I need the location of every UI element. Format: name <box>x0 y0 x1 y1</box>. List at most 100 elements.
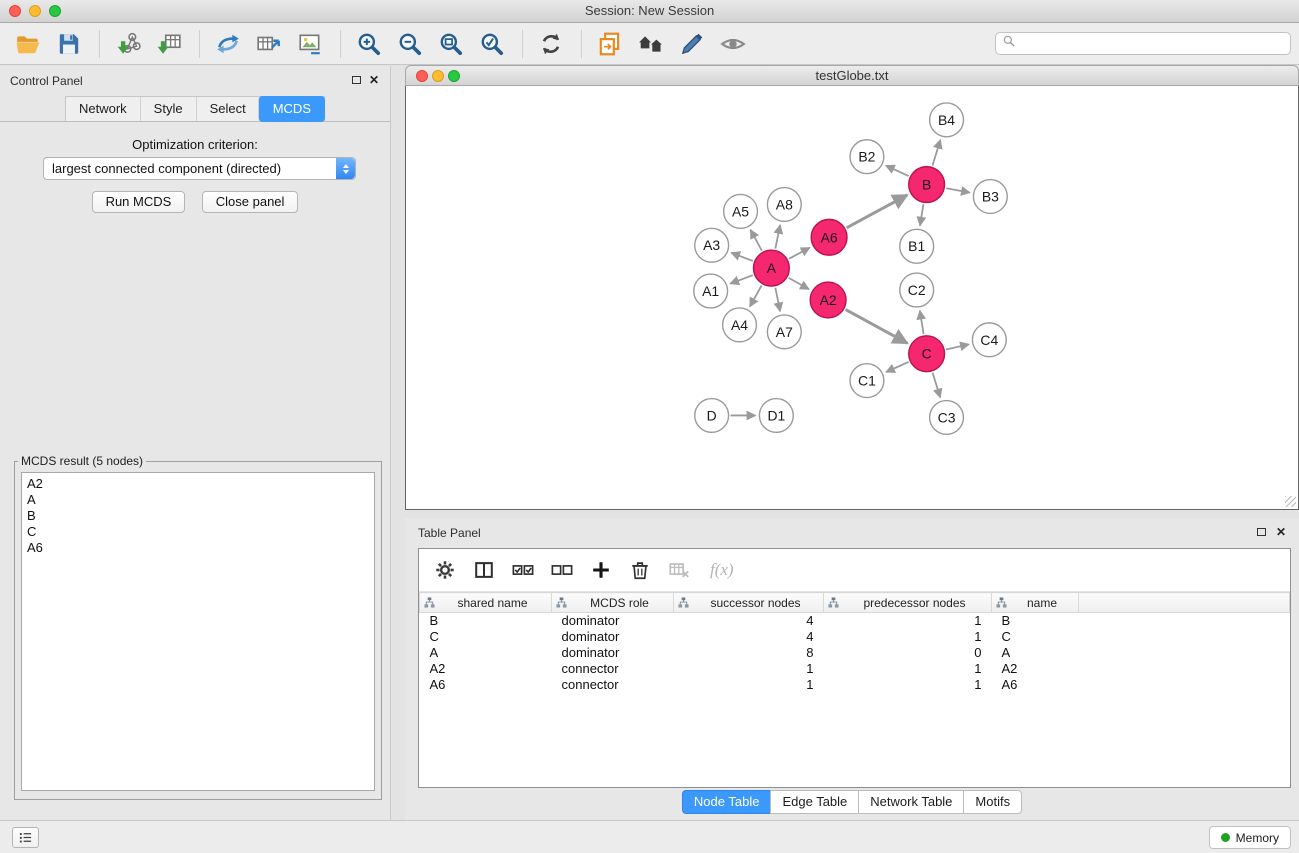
node-A1[interactable]: A1 <box>694 274 728 308</box>
node-A6[interactable]: A6 <box>811 219 847 255</box>
zoom-selected-icon[interactable] <box>478 30 506 58</box>
cell-MCDS-role[interactable]: connector <box>552 677 674 693</box>
table-float-panel-icon[interactable] <box>1257 528 1266 536</box>
result-item-c[interactable]: C <box>27 524 369 540</box>
search-input[interactable] <box>1016 37 1290 51</box>
open-folder-icon[interactable] <box>14 30 42 58</box>
cell-predecessor-nodes[interactable]: 0 <box>824 645 992 661</box>
node-B4[interactable]: B4 <box>930 103 964 137</box>
table-row-A2[interactable]: A2connector11A2 <box>420 661 1290 677</box>
edge-C-C3[interactable] <box>933 373 941 398</box>
tab-select[interactable]: Select <box>196 97 259 121</box>
tab-motifs[interactable]: Motifs <box>963 790 1022 814</box>
node-A7[interactable]: A7 <box>767 315 801 349</box>
function-builder-button[interactable]: f(x) <box>710 560 734 580</box>
run-mcds-button[interactable]: Run MCDS <box>92 191 186 213</box>
cell-name[interactable]: A <box>992 645 1079 661</box>
table-row-C[interactable]: Cdominator41C <box>420 629 1290 645</box>
first-neighbors-icon[interactable] <box>596 30 624 58</box>
node-A3[interactable]: A3 <box>695 228 729 262</box>
cell-MCDS-role[interactable]: dominator <box>552 645 674 661</box>
edge-A-A2[interactable] <box>789 278 809 289</box>
node-A2[interactable]: A2 <box>810 282 846 318</box>
tab-edge-table[interactable]: Edge Table <box>770 790 859 814</box>
node-C4[interactable]: C4 <box>972 323 1006 357</box>
tab-style[interactable]: Style <box>140 97 196 121</box>
annotation-pen-icon[interactable] <box>678 30 706 58</box>
network-minimize-button[interactable] <box>432 70 444 82</box>
mcds-result-list[interactable]: A2ABCA6 <box>21 472 375 791</box>
node-A4[interactable]: A4 <box>723 308 757 342</box>
node-D[interactable]: D <box>695 399 729 433</box>
cell-name[interactable]: A6 <box>992 677 1079 693</box>
close-panel-button[interactable]: Close panel <box>202 191 299 213</box>
node-C2[interactable]: C2 <box>900 273 934 307</box>
tab-node-table[interactable]: Node Table <box>682 790 772 814</box>
cell-shared-name[interactable]: B <box>420 613 552 629</box>
cell-name[interactable]: B <box>992 613 1079 629</box>
node-D1[interactable]: D1 <box>759 399 793 433</box>
cell-shared-name[interactable]: A2 <box>420 661 552 677</box>
select-all-icon[interactable] <box>511 558 535 582</box>
column-header-name[interactable]: name <box>992 593 1079 613</box>
tab-network[interactable]: Network <box>66 97 140 121</box>
node-C3[interactable]: C3 <box>930 401 964 435</box>
eye-icon[interactable] <box>719 30 747 58</box>
cell-shared-name[interactable]: A6 <box>420 677 552 693</box>
edge-C-C1[interactable] <box>886 362 908 372</box>
delete-table-icon[interactable] <box>667 558 691 582</box>
column-header-successor-nodes[interactable]: successor nodes <box>674 593 824 613</box>
zoom-in-icon[interactable] <box>355 30 383 58</box>
cell-name[interactable]: A2 <box>992 661 1079 677</box>
cell-name[interactable]: C <box>992 629 1079 645</box>
export-network-icon[interactable] <box>214 30 242 58</box>
gear-icon[interactable] <box>433 558 457 582</box>
network-maximize-button[interactable] <box>448 70 460 82</box>
node-A[interactable]: A <box>753 250 789 286</box>
cell-MCDS-role[interactable]: dominator <box>552 629 674 645</box>
close-window-button[interactable] <box>9 5 21 17</box>
cell-predecessor-nodes[interactable]: 1 <box>824 661 992 677</box>
close-panel-icon[interactable]: ✕ <box>369 73 379 87</box>
node-B[interactable]: B <box>909 167 945 203</box>
import-network-icon[interactable] <box>114 30 142 58</box>
cell-predecessor-nodes[interactable]: 1 <box>824 629 992 645</box>
edge-A-A3[interactable] <box>731 253 753 261</box>
resize-grip[interactable] <box>1285 496 1297 508</box>
result-item-a2[interactable]: A2 <box>27 476 369 492</box>
column-header-predecessor-nodes[interactable]: predecessor nodes <box>824 593 992 613</box>
tab-mcds[interactable]: MCDS <box>258 96 325 122</box>
cell-successor-nodes[interactable]: 1 <box>674 677 824 693</box>
node-C[interactable]: C <box>909 336 945 372</box>
edge-A-A7[interactable] <box>775 288 780 312</box>
refresh-icon[interactable] <box>537 30 565 58</box>
delete-icon[interactable] <box>628 558 652 582</box>
edge-B-B4[interactable] <box>933 140 941 166</box>
table-row-A6[interactable]: A6connector11A6 <box>420 677 1290 693</box>
node-B1[interactable]: B1 <box>900 229 934 263</box>
cell-shared-name[interactable]: C <box>420 629 552 645</box>
export-table-icon[interactable] <box>255 30 283 58</box>
cell-predecessor-nodes[interactable]: 1 <box>824 677 992 693</box>
table-close-panel-icon[interactable]: ✕ <box>1276 525 1286 539</box>
cell-successor-nodes[interactable]: 4 <box>674 629 824 645</box>
network-window-titlebar[interactable]: testGlobe.txt <box>405 65 1299 86</box>
cell-shared-name[interactable]: A <box>420 645 552 661</box>
edge-C-C2[interactable] <box>920 311 924 334</box>
network-close-button[interactable] <box>416 70 428 82</box>
cell-predecessor-nodes[interactable]: 1 <box>824 613 992 629</box>
edge-A2-C[interactable] <box>846 310 908 344</box>
edge-A-A6[interactable] <box>789 248 810 259</box>
edge-A-A8[interactable] <box>775 225 780 249</box>
result-item-a6[interactable]: A6 <box>27 540 369 556</box>
float-panel-icon[interactable] <box>352 76 361 84</box>
task-list-button[interactable] <box>12 827 39 848</box>
edge-A-A4[interactable] <box>750 285 762 306</box>
table-row-B[interactable]: Bdominator41B <box>420 613 1290 629</box>
tab-network-table[interactable]: Network Table <box>858 790 964 814</box>
node-B2[interactable]: B2 <box>850 140 884 174</box>
add-icon[interactable] <box>589 558 613 582</box>
deselect-all-icon[interactable] <box>550 558 574 582</box>
zoom-fit-icon[interactable] <box>437 30 465 58</box>
edge-A-A5[interactable] <box>750 230 761 251</box>
